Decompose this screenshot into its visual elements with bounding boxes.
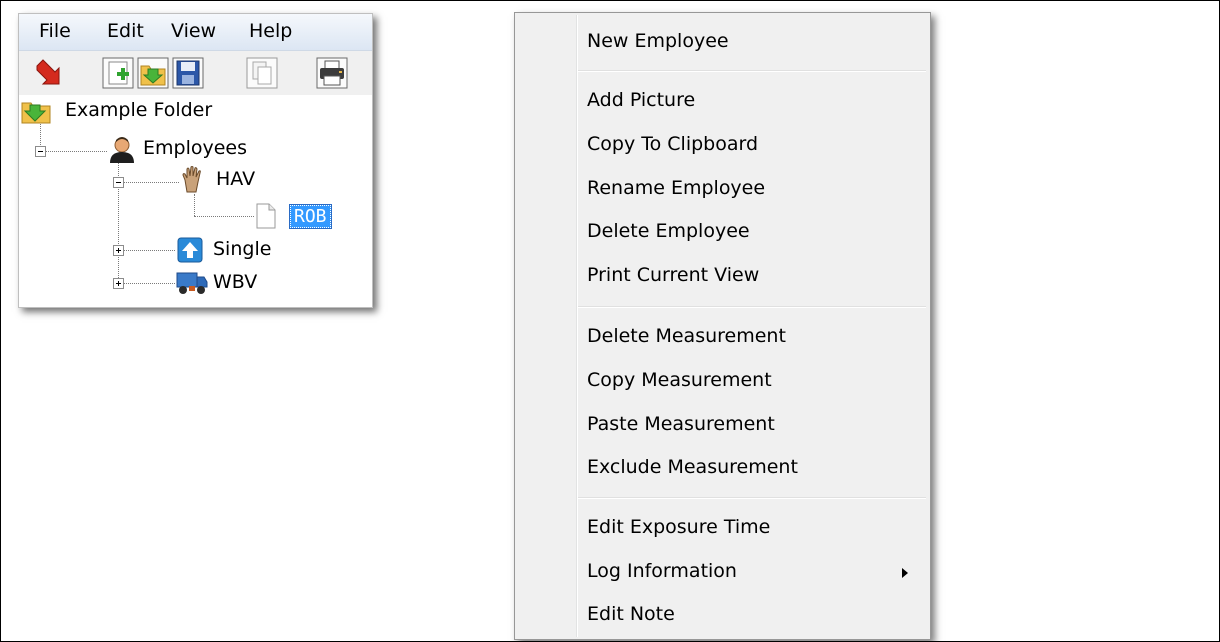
menu-item-copy-to-clipboard[interactable]: Copy To Clipboard	[587, 133, 758, 155]
menu-file[interactable]: File	[39, 20, 71, 42]
document-icon	[256, 203, 276, 229]
tree-line	[123, 250, 175, 251]
submenu-arrow-icon	[902, 568, 908, 578]
tree-node-single[interactable]: Single	[213, 238, 271, 260]
save-button[interactable]	[171, 56, 205, 90]
tree-node-rob-selected[interactable]: ROB	[289, 204, 332, 229]
exit-button[interactable]	[33, 56, 67, 90]
save-icon	[172, 57, 204, 89]
menu-item-rename-employee[interactable]: Rename Employee	[587, 177, 765, 199]
tree-line	[45, 151, 107, 152]
open-folder-button[interactable]	[136, 56, 170, 90]
copy-button[interactable]	[245, 56, 279, 90]
screenshot-frame: File Edit View Help Example Folder Emplo…	[0, 0, 1220, 642]
explorer-window: File Edit View Help Example Folder Emplo…	[18, 13, 373, 308]
truck-icon	[175, 268, 209, 296]
tree-line	[40, 122, 41, 145]
menu-separator	[578, 306, 926, 308]
collapse-toggle[interactable]	[35, 146, 46, 157]
tree-node-wbv[interactable]: WBV	[213, 271, 257, 293]
tree-node-employees[interactable]: Employees	[143, 137, 247, 159]
menu-item-delete-employee[interactable]: Delete Employee	[587, 220, 750, 242]
menu-bar: File Edit View Help	[19, 14, 372, 51]
context-menu: New Employee Add Picture Copy To Clipboa…	[514, 12, 931, 640]
menu-item-delete-measurement[interactable]: Delete Measurement	[587, 325, 786, 347]
menu-item-log-information[interactable]: Log Information	[587, 560, 737, 582]
tree-line	[123, 283, 175, 284]
folder-icon	[21, 98, 51, 124]
menu-view[interactable]: View	[171, 20, 216, 42]
hand-icon	[180, 166, 204, 194]
tree-node-hav[interactable]: HAV	[216, 168, 255, 190]
exit-icon	[36, 59, 60, 85]
new-icon	[102, 57, 134, 89]
menu-item-copy-measurement[interactable]: Copy Measurement	[587, 369, 772, 391]
expand-toggle[interactable]	[113, 278, 124, 289]
menu-icon-gutter	[576, 15, 578, 637]
menu-separator	[578, 497, 926, 499]
print-icon	[316, 57, 348, 89]
menu-help[interactable]: Help	[249, 20, 292, 42]
collapse-toggle[interactable]	[113, 177, 124, 188]
upload-arrow-icon	[177, 237, 203, 263]
copy-icon	[246, 57, 278, 89]
toolbar	[19, 51, 372, 95]
print-button[interactable]	[315, 56, 349, 90]
new-button[interactable]	[101, 56, 135, 90]
open-folder-icon	[137, 57, 169, 89]
expand-toggle[interactable]	[113, 245, 124, 256]
tree-line	[194, 194, 195, 216]
tree-node-example-folder[interactable]: Example Folder	[65, 99, 212, 121]
menu-item-edit-exposure-time[interactable]: Edit Exposure Time	[587, 516, 770, 538]
menu-item-exclude-measurement[interactable]: Exclude Measurement	[587, 456, 798, 478]
menu-item-paste-measurement[interactable]: Paste Measurement	[587, 413, 775, 435]
folder-tree: Example Folder Employees HAV ROB Single …	[19, 96, 372, 307]
tree-line	[194, 216, 254, 217]
menu-item-print-current-view[interactable]: Print Current View	[587, 264, 759, 286]
menu-separator	[578, 70, 926, 72]
menu-item-add-picture[interactable]: Add Picture	[587, 89, 695, 111]
menu-item-new-employee[interactable]: New Employee	[587, 30, 729, 52]
tree-line	[123, 182, 179, 183]
person-icon	[107, 136, 137, 164]
menu-edit[interactable]: Edit	[107, 20, 144, 42]
menu-item-edit-note[interactable]: Edit Note	[587, 603, 675, 625]
